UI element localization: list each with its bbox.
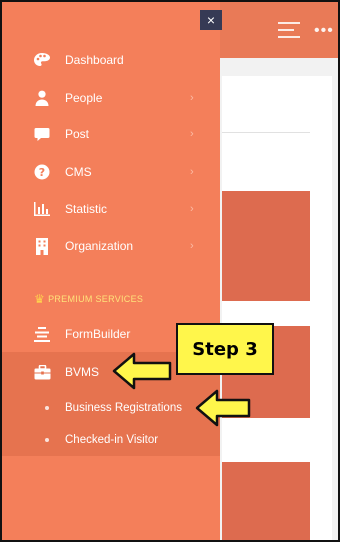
sidebar-item-dashboard[interactable]: Dashboard — [2, 42, 220, 78]
sidebar-subitem-business-registrations[interactable]: Business Registrations — [2, 392, 220, 424]
arrow-left-icon — [112, 352, 172, 390]
crown-icon: ♛ — [34, 292, 46, 306]
svg-text:?: ? — [39, 166, 45, 179]
sidebar-item-label: Post — [65, 127, 90, 141]
content-block — [222, 462, 310, 540]
premium-services-heading: ♛ PREMIUM SERVICES — [34, 292, 143, 306]
sidebar-drawer: Dashboard People › Post › ? CMS › Statis… — [2, 2, 220, 540]
sidebar-subitem-label: Checked-in Visitor — [65, 434, 159, 446]
building-icon — [33, 237, 51, 255]
sidebar-item-label: CMS — [65, 165, 92, 179]
section-label-text: PREMIUM SERVICES — [48, 294, 144, 304]
sidebar-item-label: Dashboard — [65, 53, 124, 67]
more-options-icon[interactable]: ••• — [314, 22, 334, 40]
step-callout-text: Step 3 — [192, 338, 258, 360]
bullet-dot — [45, 438, 49, 442]
sidebar-item-label: Organization — [65, 239, 134, 253]
sidebar-item-people[interactable]: People › — [2, 80, 220, 116]
sidebar-item-label: Statistic — [65, 202, 108, 216]
content-block — [222, 191, 310, 301]
bullet-dot — [45, 406, 49, 410]
sidebar-item-post[interactable]: Post › — [2, 116, 220, 152]
sidebar-subitem-label: Business Registrations — [65, 402, 182, 414]
chevron-right-icon: › — [190, 203, 194, 215]
formbuilder-icon — [33, 325, 51, 343]
question-circle-icon: ? — [33, 163, 51, 181]
sidebar-subitem-checked-in-visitor[interactable]: Checked-in Visitor — [2, 424, 220, 456]
close-icon[interactable]: × — [200, 10, 222, 30]
speech-bubble-icon — [33, 125, 51, 143]
content-divider — [222, 132, 310, 133]
sidebar-item-label: FormBuilder — [65, 327, 131, 341]
bar-chart-icon — [33, 200, 51, 218]
step-callout: Step 3 — [176, 323, 274, 375]
screenshot-frame: ••• Dashboard People › Post › ? CMS › St… — [0, 0, 340, 542]
palette-icon — [33, 51, 51, 69]
sidebar-item-label: BVMS — [65, 365, 100, 379]
sidebar-item-label: People — [65, 91, 103, 105]
person-icon — [33, 89, 51, 107]
briefcase-icon — [33, 363, 51, 381]
chevron-right-icon: › — [190, 240, 194, 252]
sidebar-item-cms[interactable]: ? CMS › — [2, 154, 220, 190]
chevron-right-icon: › — [190, 92, 194, 104]
arrow-left-icon — [195, 389, 251, 427]
sidebar-item-organization[interactable]: Organization › — [2, 228, 220, 264]
hamburger-menu-icon[interactable] — [278, 22, 302, 40]
chevron-right-icon: › — [190, 128, 194, 140]
chevron-right-icon: › — [190, 166, 194, 178]
sidebar-item-statistic[interactable]: Statistic › — [2, 191, 220, 227]
